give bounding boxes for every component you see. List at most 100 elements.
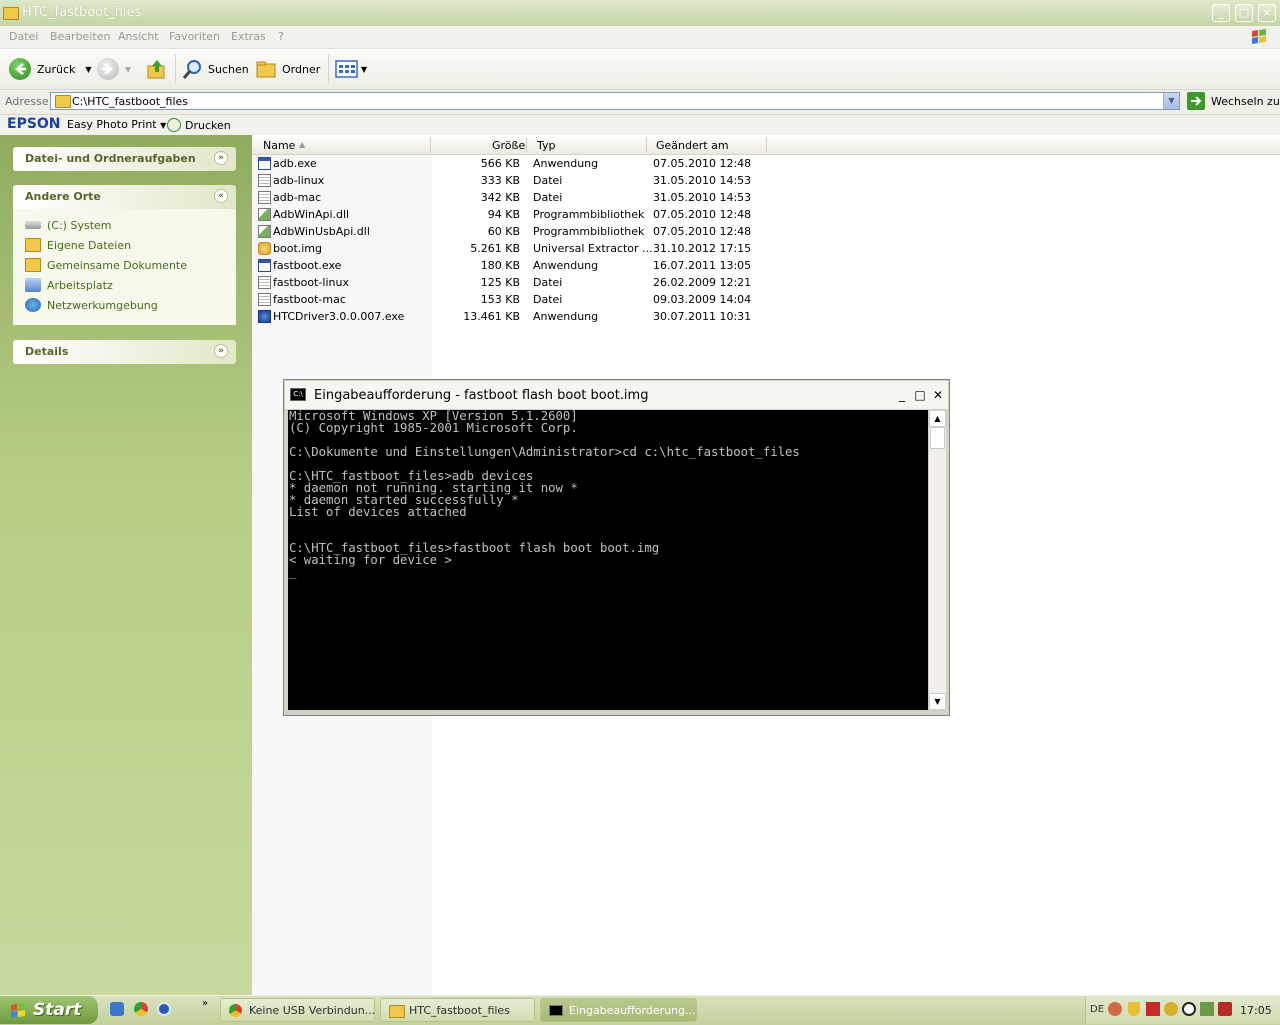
file-type: Universal Extractor ... <box>533 242 653 255</box>
start-button[interactable]: Start <box>0 996 98 1024</box>
explorer-title-bar[interactable]: HTC_fastboot_files _ □ × <box>0 0 1280 26</box>
file-row[interactable]: boot.img 5.261 KB Universal Extractor ... 3… <box>252 240 772 257</box>
dll-icon <box>258 225 271 238</box>
expand-chevron-icon[interactable]: » <box>214 151 228 165</box>
ie-quicklaunch-icon[interactable] <box>110 1002 124 1016</box>
address-input[interactable]: C:\HTC_fastboot_files ▼ <box>50 92 1180 110</box>
quicklaunch-chevron-icon[interactable]: » <box>202 998 208 1009</box>
console-close-button[interactable]: ✕ <box>930 387 946 403</box>
media-tray-icon[interactable] <box>1218 1002 1232 1016</box>
details-header[interactable]: Details » <box>13 340 236 364</box>
menu-favorites[interactable]: Favoriten <box>169 30 220 43</box>
file-modified: 31.10.2012 17:15 <box>653 242 752 255</box>
go-button[interactable]: Wechseln zu <box>1187 92 1280 110</box>
back-arrow-icon <box>9 58 31 80</box>
windows-logo-icon <box>1246 27 1272 47</box>
close-button[interactable]: × <box>1258 4 1276 22</box>
folders-icon <box>256 61 276 78</box>
place-label: Gemeinsame Dokumente <box>47 258 187 272</box>
up-folder-button[interactable] <box>146 57 168 81</box>
menu-view[interactable]: Ansicht <box>118 30 159 43</box>
language-indicator[interactable]: DE <box>1090 1004 1104 1015</box>
print-label: Drucken <box>185 118 231 132</box>
other-places-header[interactable]: Andere Orte « <box>13 185 236 209</box>
print-button[interactable]: Drucken <box>167 118 231 132</box>
file-name: AdbWinUsbApi.dll <box>273 225 370 238</box>
column-type[interactable]: Typ <box>537 139 556 152</box>
file-row[interactable]: adb-mac 342 KB Datei 31.05.2010 14:53 <box>252 189 772 206</box>
search-button[interactable]: Suchen <box>181 57 249 81</box>
maximize-button[interactable]: □ <box>1235 4 1253 22</box>
taskbar-button-explorer[interactable]: HTC_fastboot_files <box>380 998 535 1022</box>
file-row[interactable]: fastboot.exe 180 KB Anwendung 16.07.2011 13… <box>252 257 772 274</box>
cmd-icon: C:\ <box>290 388 306 401</box>
scroll-thumb[interactable] <box>930 427 945 449</box>
pdf-tray-icon[interactable] <box>1146 1002 1160 1016</box>
expand-chevron-icon[interactable]: » <box>214 344 228 358</box>
back-button[interactable]: Zurück ▼ <box>9 57 92 81</box>
folders-button[interactable]: Ordner <box>255 57 320 81</box>
windows-logo-icon <box>9 1002 29 1025</box>
views-dropdown-icon[interactable]: ▼ <box>361 65 367 74</box>
collapse-chevron-icon[interactable]: « <box>214 189 228 203</box>
console-maximize-button[interactable]: □ <box>912 387 928 403</box>
menu-edit[interactable]: Bearbeiten <box>50 30 110 43</box>
taskbar-button-chrome[interactable]: Keine USB Verbindun... <box>220 998 375 1022</box>
place-my-computer[interactable]: Arbeitsplatz <box>25 277 113 293</box>
column-separator[interactable] <box>646 138 647 152</box>
network-tray-icon[interactable] <box>1200 1002 1214 1016</box>
security-shield-icon[interactable] <box>1128 1002 1140 1016</box>
file-row[interactable]: adb-linux 333 KB Datei 31.05.2010 14:53 <box>252 172 772 189</box>
chrome-quicklaunch-icon[interactable] <box>134 1002 148 1016</box>
console-output[interactable]: Microsoft Windows XP [Version 5.1.2600](… <box>288 410 928 710</box>
tray-collapse-icon[interactable] <box>1108 1002 1122 1016</box>
file-name: fastboot-mac <box>273 293 346 306</box>
column-size[interactable]: Größe <box>492 139 525 152</box>
column-separator[interactable] <box>430 138 431 152</box>
file-row[interactable]: fastboot-linux 125 KB Datei 26.02.2009 12:2… <box>252 274 772 291</box>
column-name[interactable]: Name <box>263 139 295 152</box>
place-shared-documents[interactable]: Gemeinsame Dokumente <box>25 257 187 273</box>
console-line: < waiting for device > <box>289 553 452 567</box>
img-icon <box>258 242 271 255</box>
column-modified[interactable]: Geändert am <box>656 139 729 152</box>
users-tray-icon[interactable] <box>1164 1002 1178 1016</box>
console-minimize-button[interactable]: _ <box>894 387 910 403</box>
taskbar-button-console[interactable]: Eingabeaufforderung... <box>540 998 697 1022</box>
scroll-down-icon[interactable]: ▼ <box>929 693 946 710</box>
console-title-bar[interactable]: C:\ Eingabeaufforderung - fastboot flash… <box>285 381 948 409</box>
easy-photo-print-button[interactable]: Easy Photo Print ▼ <box>67 118 166 131</box>
minimize-button[interactable]: _ <box>1212 4 1230 22</box>
command-prompt-window[interactable]: C:\ Eingabeaufforderung - fastboot flash… <box>283 379 950 716</box>
menu-extras[interactable]: Extras <box>231 30 266 43</box>
file-row[interactable]: fastboot-mac 153 KB Datei 09.03.2009 14:04 <box>252 291 772 308</box>
file-row[interactable]: AdbWinApi.dll 94 KB Programmbibliothek 07.0… <box>252 206 772 223</box>
panda-antivirus-icon[interactable] <box>1182 1002 1196 1016</box>
back-dropdown-icon[interactable]: ▼ <box>85 65 91 74</box>
place-my-documents[interactable]: Eigene Dateien <box>25 237 131 253</box>
file-modified: 07.05.2010 12:48 <box>653 225 752 238</box>
column-separator[interactable] <box>526 138 527 152</box>
file-folder-tasks-header[interactable]: Datei- und Ordneraufgaben » <box>13 147 236 171</box>
forward-dropdown-icon[interactable]: ▼ <box>125 65 131 74</box>
address-dropdown-icon[interactable]: ▼ <box>1163 93 1179 109</box>
place-drive-c[interactable]: (C:) System <box>25 217 112 233</box>
file-size: 5.261 KB <box>470 242 520 255</box>
media-player-quicklaunch-icon[interactable] <box>157 1002 171 1016</box>
file-row[interactable]: AdbWinUsbApi.dll 60 KB Programmbibliothek 0… <box>252 223 772 240</box>
scroll-up-icon[interactable]: ▲ <box>929 410 946 427</box>
window-title: HTC_fastboot_files <box>22 5 142 20</box>
place-network[interactable]: Netzwerkumgebung <box>25 297 158 313</box>
menu-file[interactable]: Datei <box>9 30 38 43</box>
address-label: Adresse <box>5 95 49 108</box>
forward-button[interactable]: ▼ <box>97 57 131 81</box>
file-row[interactable]: HTCDriver3.0.0.007.exe 13.461 KB Anwendung… <box>252 308 772 325</box>
console-scrollbar[interactable]: ▲ ▼ <box>928 410 946 710</box>
place-label: Arbeitsplatz <box>47 278 113 292</box>
menu-help[interactable]: ? <box>278 30 284 43</box>
file-row[interactable]: adb.exe 566 KB Anwendung 07.05.2010 12:48 <box>252 155 772 172</box>
toolbar: Zurück ▼ ▼ Suchen Ordner ▼ <box>0 49 1280 90</box>
views-button[interactable]: ▼ <box>335 57 367 81</box>
file-modified: 26.02.2009 12:21 <box>653 276 752 289</box>
column-separator[interactable] <box>766 138 767 152</box>
